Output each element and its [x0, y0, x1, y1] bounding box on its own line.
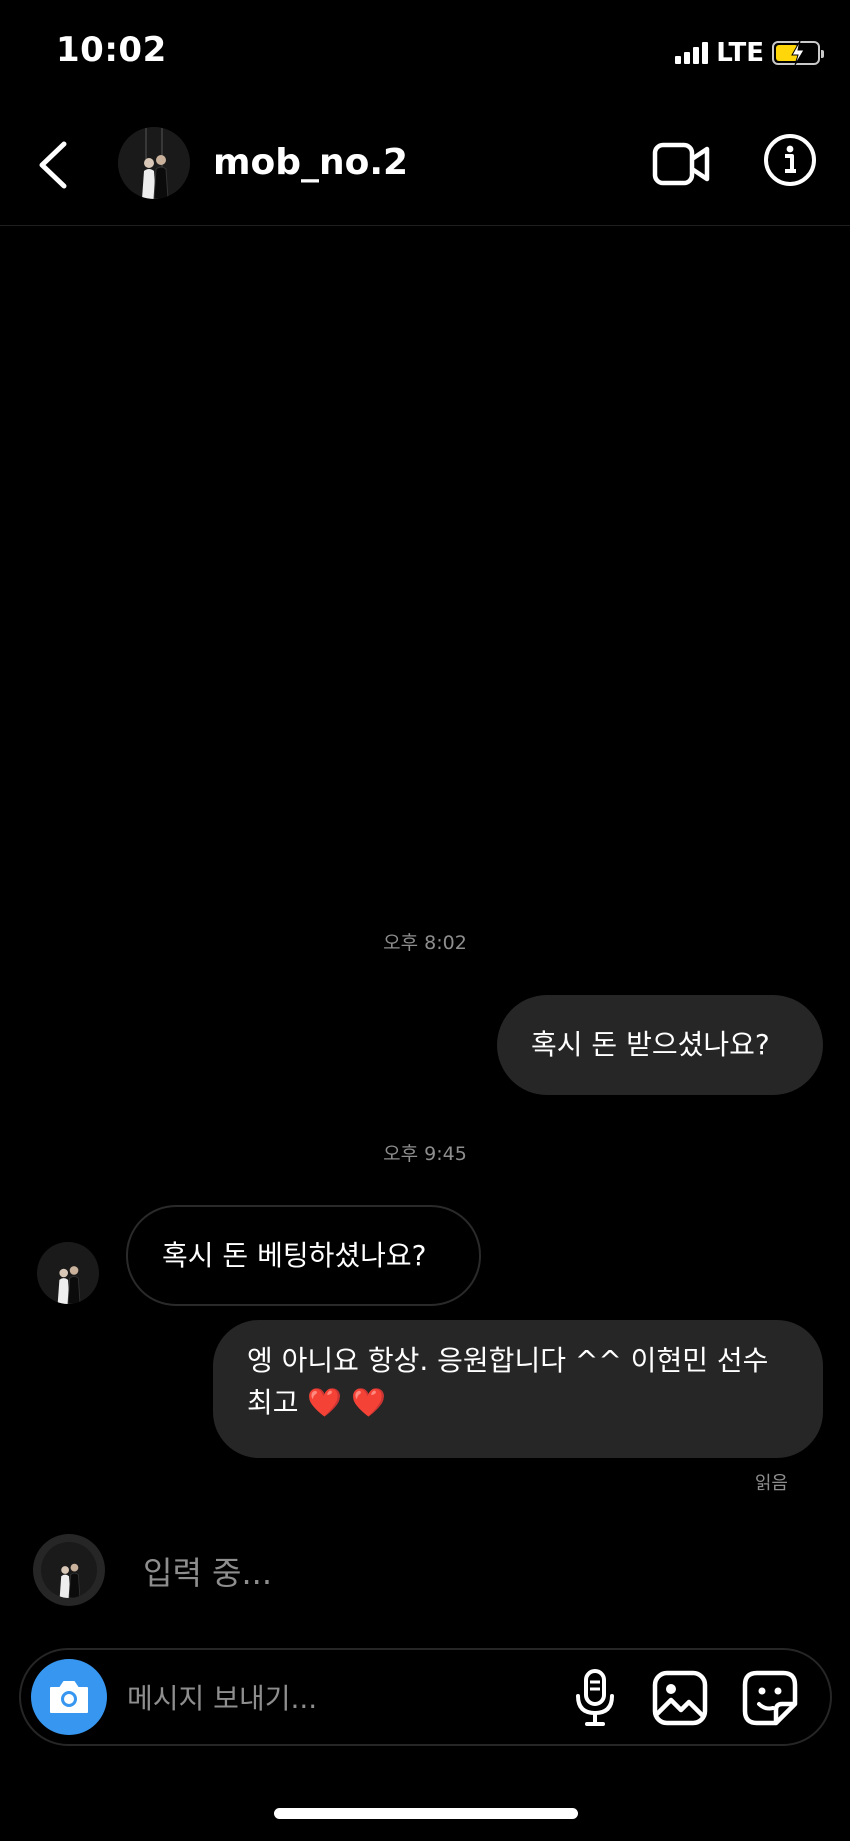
video-call-button[interactable] — [652, 140, 710, 188]
battery-icon — [772, 41, 824, 65]
info-button[interactable] — [763, 133, 817, 187]
typing-avatar — [33, 1534, 105, 1606]
camera-icon — [50, 1681, 88, 1713]
chat-header: mob_no.2 — [0, 100, 850, 226]
sender-avatar[interactable] — [37, 1242, 99, 1304]
message-text: 혹시 돈 베팅하셨나요? — [162, 1238, 427, 1272]
sticker-button[interactable] — [742, 1670, 798, 1726]
image-gallery-icon — [652, 1670, 708, 1726]
status-time: 10:02 — [56, 30, 167, 70]
read-receipt: 읽음 — [754, 1473, 788, 1494]
sticker-icon — [742, 1670, 798, 1726]
message-bubble-incoming[interactable]: 혹시 돈 베팅하셨나요? — [126, 1205, 481, 1306]
message-text: 혹시 돈 받으셨나요? — [531, 1028, 770, 1061]
cellular-signal-icon — [675, 42, 709, 64]
network-type: LTE — [716, 38, 764, 68]
status-bar: 10:02 LTE — [0, 0, 850, 100]
profile-avatar[interactable] — [118, 127, 190, 199]
message-text-line: 최고 ❤️ ❤️ — [247, 1386, 387, 1419]
video-camera-icon — [652, 142, 710, 186]
message-composer — [19, 1648, 832, 1746]
info-icon — [764, 134, 816, 186]
back-button[interactable] — [30, 130, 80, 196]
microphone-icon — [576, 1669, 614, 1726]
camera-button[interactable] — [31, 1659, 107, 1735]
message-timestamp: 오후 8:02 — [383, 932, 467, 954]
gallery-button[interactable] — [652, 1670, 708, 1726]
chat-username[interactable]: mob_no.2 — [213, 142, 408, 183]
message-text-line: 엥 아니요 항상. 응원합니다 ^^ 이현민 선수 — [247, 1344, 769, 1377]
microphone-button[interactable] — [569, 1668, 621, 1728]
message-timestamp: 오후 9:45 — [383, 1143, 467, 1165]
home-indicator[interactable] — [274, 1808, 578, 1819]
message-bubble-outgoing[interactable]: 엥 아니요 항상. 응원합니다 ^^ 이현민 선수 최고 ❤️ ❤️ — [213, 1320, 823, 1458]
chevron-left-icon — [39, 141, 67, 189]
message-input[interactable] — [127, 1674, 547, 1722]
typing-indicator: 입력 중... — [143, 1554, 273, 1592]
status-indicators: LTE — [675, 38, 824, 68]
message-bubble-outgoing[interactable]: 혹시 돈 받으셨나요? — [497, 995, 823, 1095]
